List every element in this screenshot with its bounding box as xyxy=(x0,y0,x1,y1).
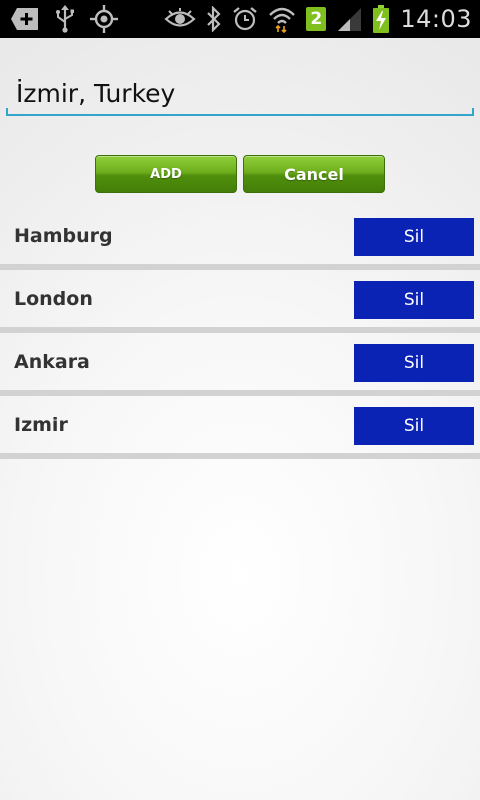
city-list: Hamburg Sil London Sil Ankara Sil Izmir … xyxy=(0,207,480,459)
bluetooth-icon xyxy=(206,6,222,32)
signal-icon xyxy=(336,6,362,32)
list-item: Izmir Sil xyxy=(0,396,480,459)
action-buttons: ADD Cancel xyxy=(95,155,385,193)
list-item: London Sil xyxy=(0,270,480,333)
add-button[interactable]: ADD xyxy=(95,155,237,193)
delete-button[interactable]: Sil xyxy=(354,218,474,256)
city-input-container xyxy=(6,70,474,118)
delete-button[interactable]: Sil xyxy=(354,344,474,382)
gps-icon xyxy=(90,5,118,33)
add-box-icon xyxy=(10,6,40,32)
city-name: London xyxy=(14,288,93,310)
input-underline xyxy=(6,108,474,116)
battery-charging-icon xyxy=(372,5,390,33)
city-input[interactable] xyxy=(6,70,474,116)
city-name: Hamburg xyxy=(14,225,113,247)
usb-icon xyxy=(54,5,76,33)
status-bar: 2 14:03 xyxy=(0,0,480,38)
delete-button[interactable]: Sil xyxy=(354,281,474,319)
city-name: Ankara xyxy=(14,351,90,373)
city-name: Izmir xyxy=(14,414,68,436)
list-item: Ankara Sil xyxy=(0,333,480,396)
delete-button[interactable]: Sil xyxy=(354,407,474,445)
clock: 14:03 xyxy=(400,5,472,33)
alarm-icon xyxy=(232,6,258,32)
wifi-icon xyxy=(268,5,296,33)
cancel-button[interactable]: Cancel xyxy=(243,155,385,193)
notification-count-badge: 2 xyxy=(306,7,327,31)
eye-icon xyxy=(164,8,196,30)
list-item: Hamburg Sil xyxy=(0,207,480,270)
